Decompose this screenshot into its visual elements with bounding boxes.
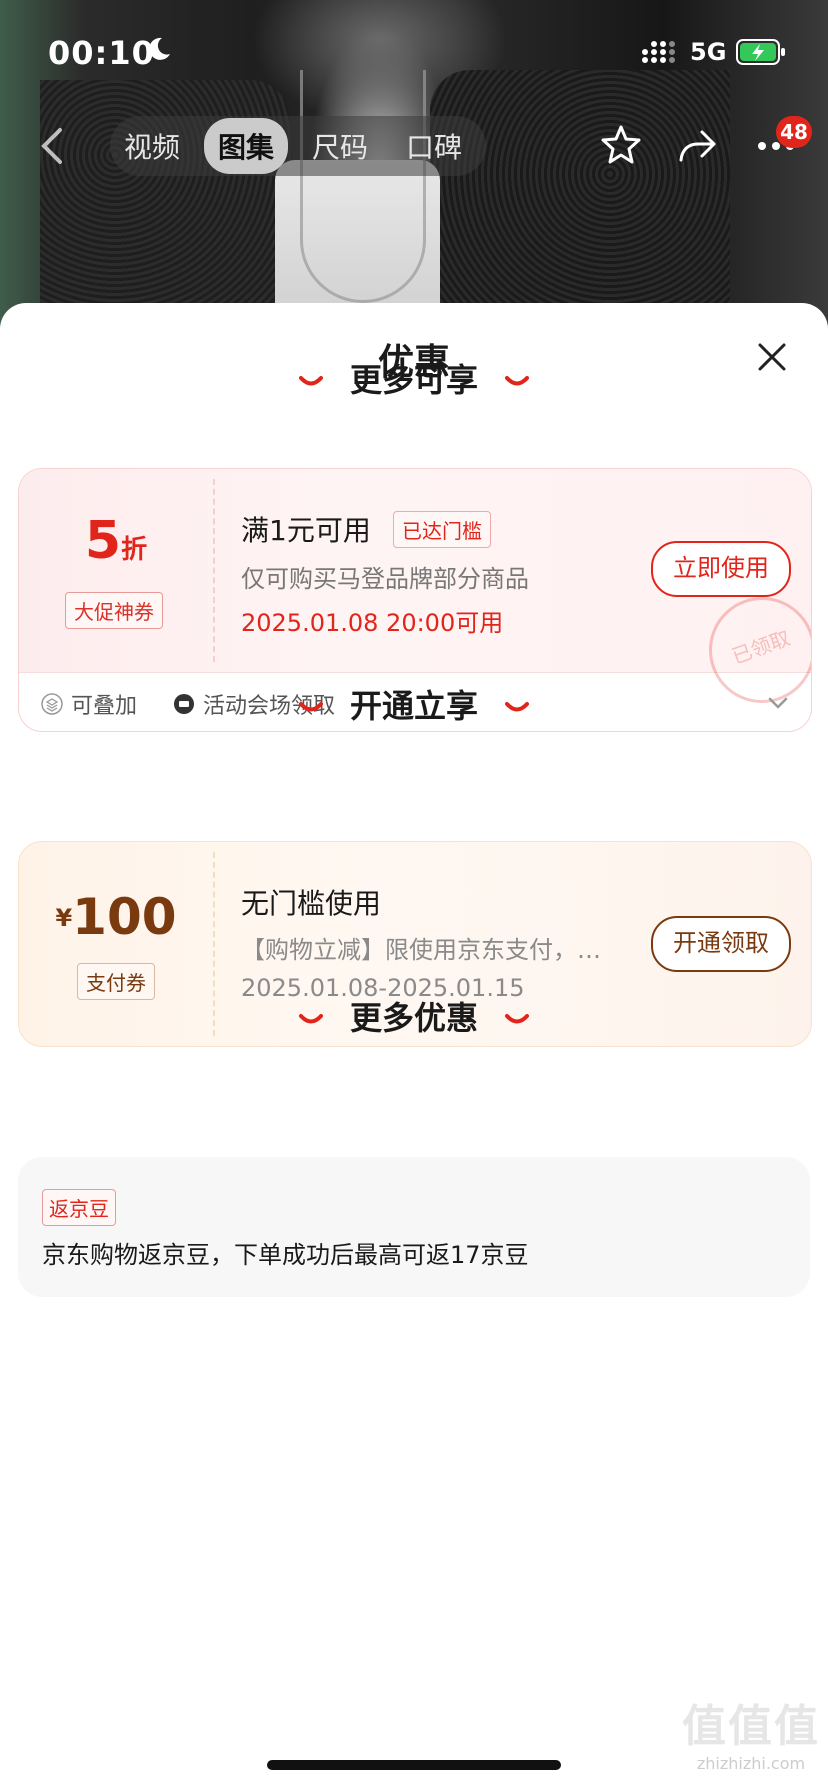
smile-deco-icon [298,1014,323,1024]
tab-video[interactable]: 视频 [110,118,194,174]
watermark: 值值值 zhizhizhi.com [676,1690,826,1773]
tab-reviews[interactable]: 口碑 [392,118,476,174]
necklace [300,70,426,303]
jacket-right [430,70,730,330]
watermark-url: zhizhizhi.com [696,1754,806,1773]
threshold-reached-pill: 已达门槛 [393,511,491,548]
bean-tag: 返京豆 [42,1189,116,1226]
tab-size[interactable]: 尺码 [298,118,382,174]
star-icon[interactable] [600,124,642,166]
discount-unit: 折 [121,535,148,565]
moon-icon [149,37,170,60]
home-indicator[interactable] [267,1760,561,1770]
coupon-amount: ¥100 [19,888,213,946]
open-and-claim-button[interactable]: 开通领取 [651,916,791,972]
section-header-open-enjoy: 开通立享 [0,681,828,727]
signal-icon [642,41,675,63]
status-bar: 00:10 5G [0,0,828,100]
section-header-more-enjoy: 更多可享 [0,355,828,401]
smile-deco-icon [298,376,323,386]
coupon-description: 【购物立减】限使用京东支付，… [241,936,601,964]
section-title: 开通立享 [349,687,478,725]
discount-number: 5 [84,511,122,571]
top-nav: 视频 图集 尺码 口碑 48 [0,110,828,180]
share-icon[interactable] [676,126,718,166]
currency-symbol: ¥ [55,904,73,932]
coupon-description: 仅可购买马登品牌部分商品 [241,565,529,593]
coupon-title: 无门槛使用 [241,887,382,920]
section-title: 更多优惠 [349,999,478,1037]
smile-deco-icon [505,1014,530,1024]
coupon-title: 满1元可用 [241,514,371,547]
smile-deco-icon [505,702,530,712]
notification-badge: 48 [776,116,812,148]
smile-deco-icon [298,702,323,712]
battery-icon [736,39,785,65]
back-icon[interactable] [36,126,70,166]
bean-offer-text: 京东购物返京豆，下单成功后最高可返17京豆 [42,1241,529,1269]
media-tabs: 视频 图集 尺码 口碑 [110,116,487,176]
use-now-button[interactable]: 立即使用 [651,541,791,597]
tab-gallery[interactable]: 图集 [204,118,289,174]
section-title: 更多可享 [349,361,478,399]
coupon-body: 5折 大促神券 满1元可用 已达门槛 仅可购买马登品牌部分商品 2025.01.… [19,469,811,718]
coupon-date: 2025.01.08 20:00可用 [241,609,504,637]
coupon-divider [213,479,215,662]
jd-bean-offer-card: 返京豆 京东购物返京豆，下单成功后最高可返17京豆 [18,1157,810,1297]
amount-number: 100 [72,888,177,946]
smile-deco-icon [505,376,530,386]
coupon-type-tag: 大促神券 [65,592,163,629]
status-time: 00:10 [48,34,155,72]
watermark-logo: 值值值 [682,1701,820,1752]
coupon-value-area: 5折 大促神券 [19,469,213,672]
section-header-more-offers: 更多优惠 [0,993,828,1039]
network-type: 5G [690,38,727,66]
offers-sheet: 优惠 更多可享 5折 大促神券 满1元可用 已达门槛 仅可购买马登品牌部分商品 … [0,303,828,1792]
discount-value: 5折 [19,511,213,571]
